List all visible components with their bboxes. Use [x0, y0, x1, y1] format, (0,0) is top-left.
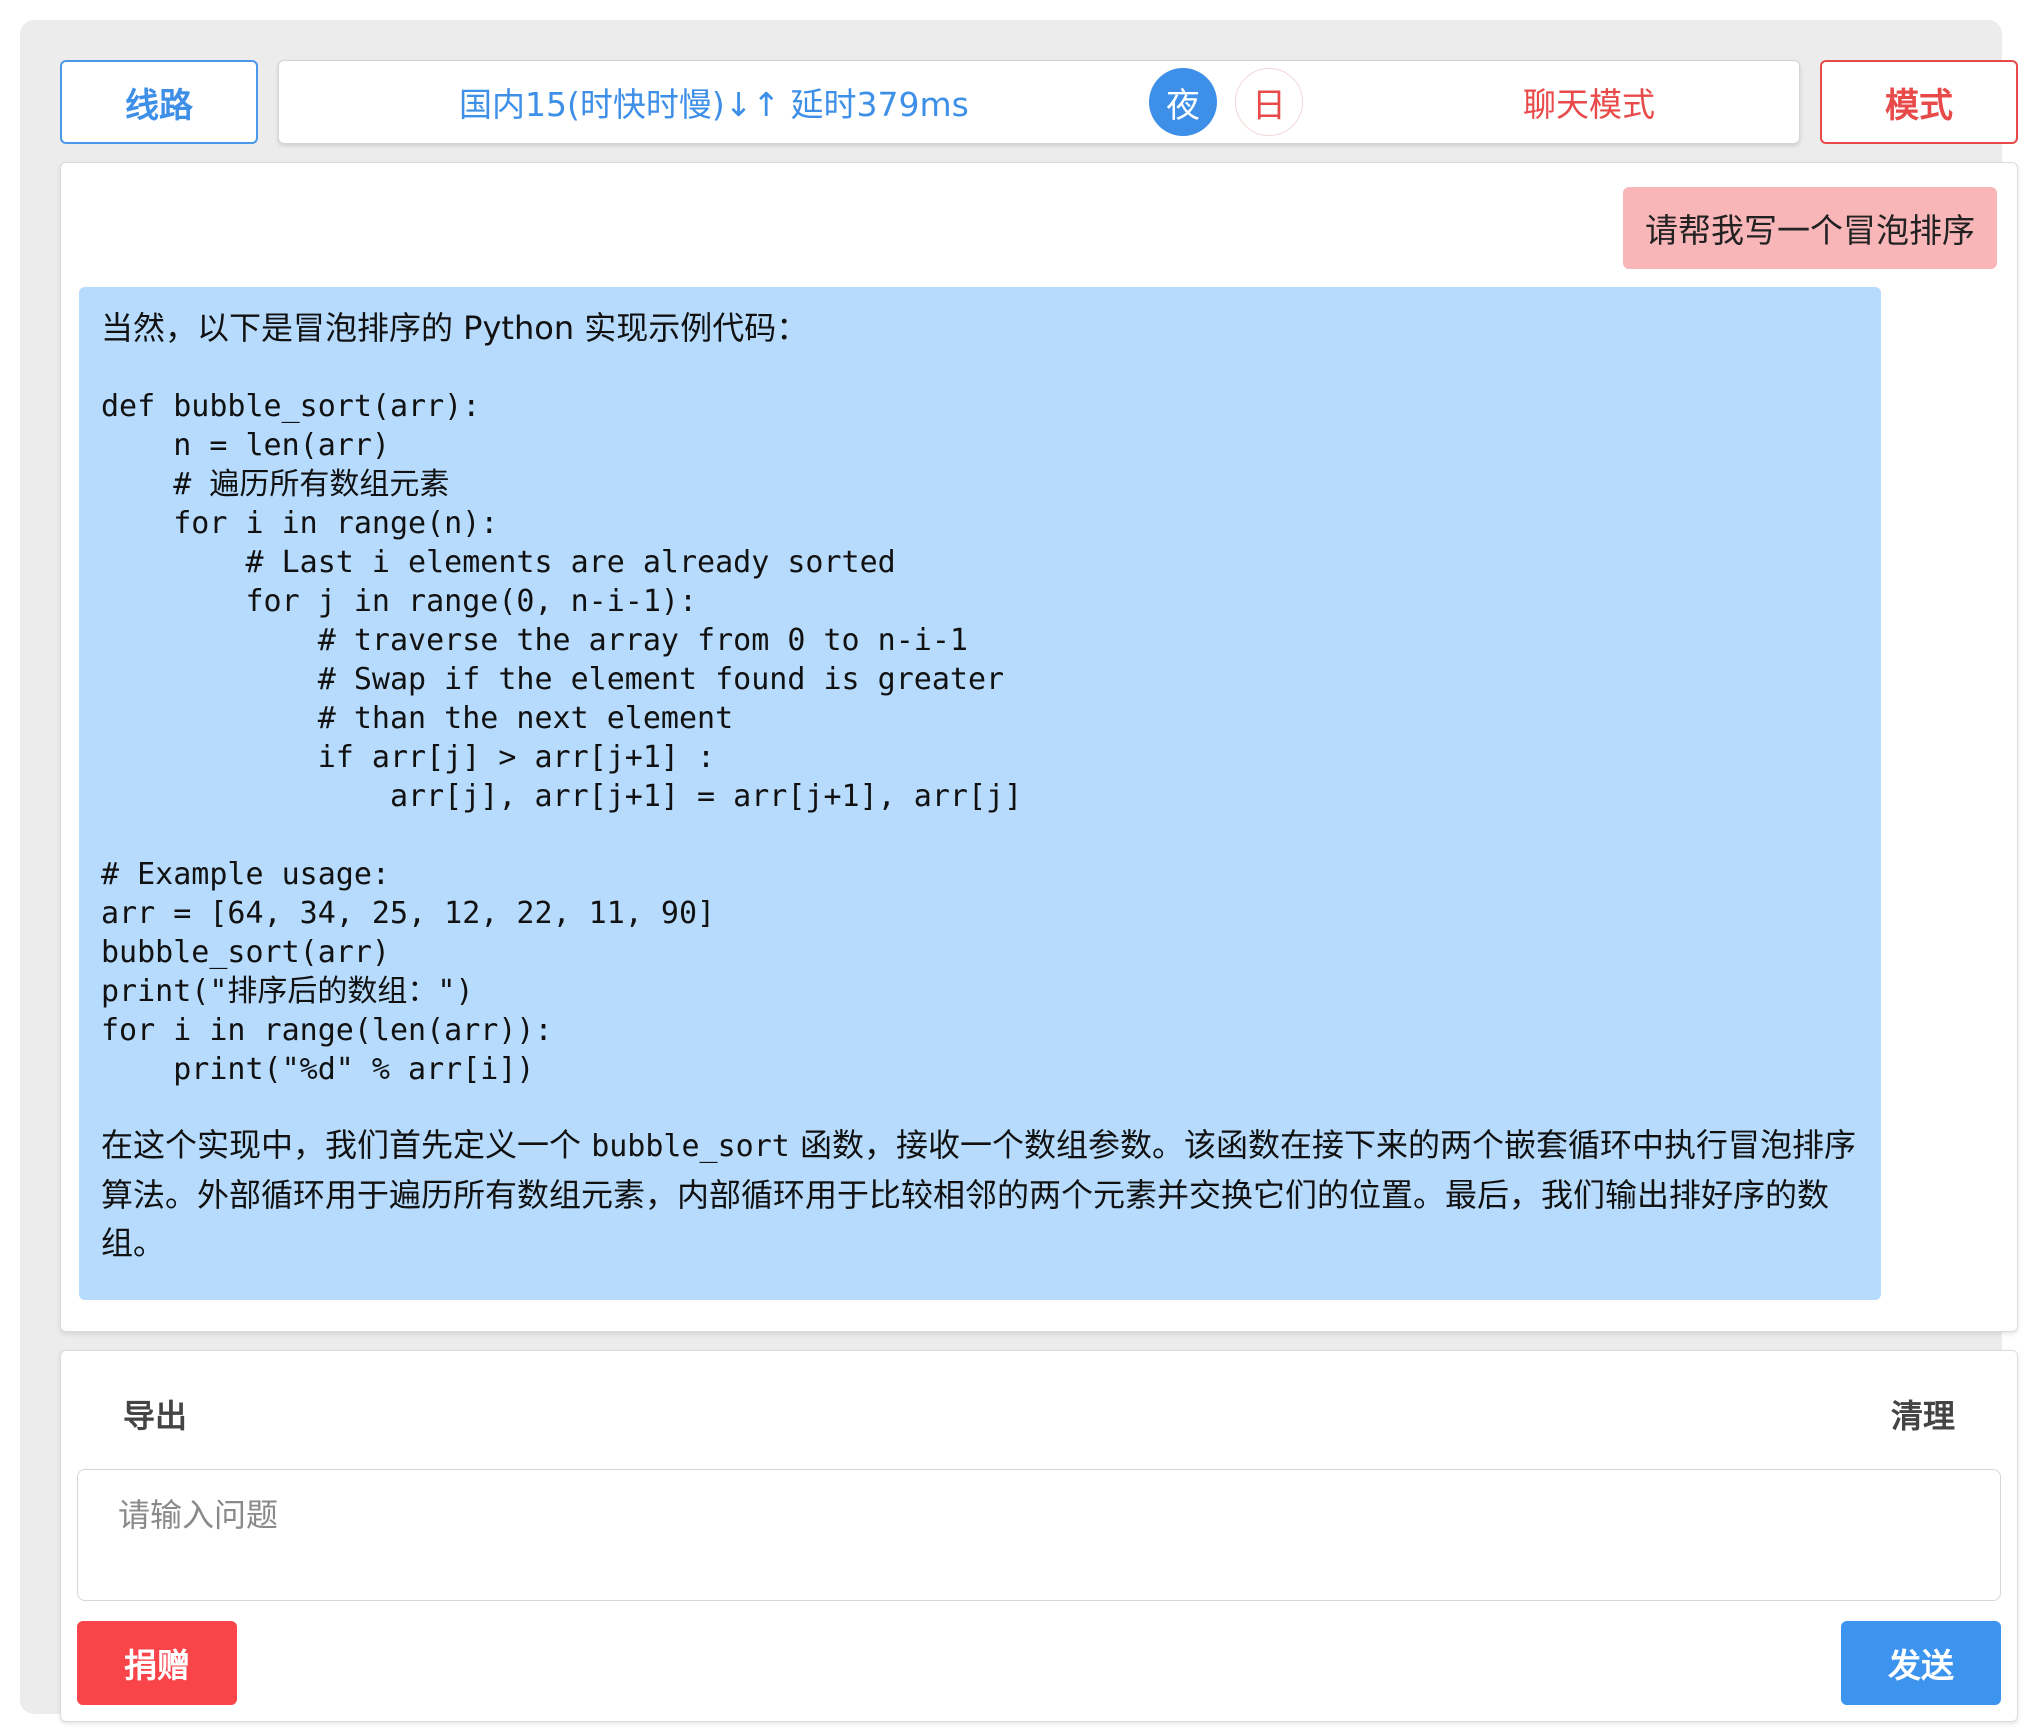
- app-window: 线路 国内15(时快时慢)↓↑ 延时379ms 夜 日 聊天模式 模式 请帮我写…: [20, 20, 2018, 1722]
- route-status: 国内15(时快时慢)↓↑ 延时379ms: [459, 85, 969, 124]
- bot-intro-text: 当然，以下是冒泡排序的 Python 实现示例代码：: [101, 309, 809, 347]
- mode-button[interactable]: 模式: [1820, 60, 2018, 144]
- day-theme-button[interactable]: 日: [1235, 68, 1303, 136]
- night-theme-button[interactable]: 夜: [1149, 68, 1217, 136]
- question-input[interactable]: [77, 1469, 2001, 1601]
- user-message: 请帮我写一个冒泡排序: [1623, 187, 1997, 269]
- status-bar: 国内15(时快时慢)↓↑ 延时379ms 夜 日 聊天模式: [278, 60, 1800, 144]
- inline-code: bubble_sort: [591, 1129, 790, 1164]
- bot-outro-pre: 在这个实现中，我们首先定义一个: [101, 1126, 592, 1164]
- mode-status: 聊天模式: [1523, 85, 1655, 124]
- send-button[interactable]: 发送: [1841, 1621, 2001, 1705]
- chat-panel: 请帮我写一个冒泡排序 当然，以下是冒泡排序的 Python 实现示例代码： de…: [60, 162, 2018, 1332]
- bot-message: 当然，以下是冒泡排序的 Python 实现示例代码： def bubble_so…: [79, 287, 1881, 1300]
- input-panel: 导出 清理 捐赠 发送: [60, 1350, 2018, 1722]
- route-button[interactable]: 线路: [60, 60, 258, 144]
- clear-button[interactable]: 清理: [1891, 1391, 1955, 1437]
- donate-button[interactable]: 捐赠: [77, 1621, 237, 1705]
- export-button[interactable]: 导出: [123, 1391, 187, 1437]
- code-block: def bubble_sort(arr): n = len(arr) # 遍历所…: [101, 389, 1023, 1087]
- bot-outro-text: 在这个实现中，我们首先定义一个 bubble_sort 函数，接收一个数组参数。…: [101, 1121, 1859, 1267]
